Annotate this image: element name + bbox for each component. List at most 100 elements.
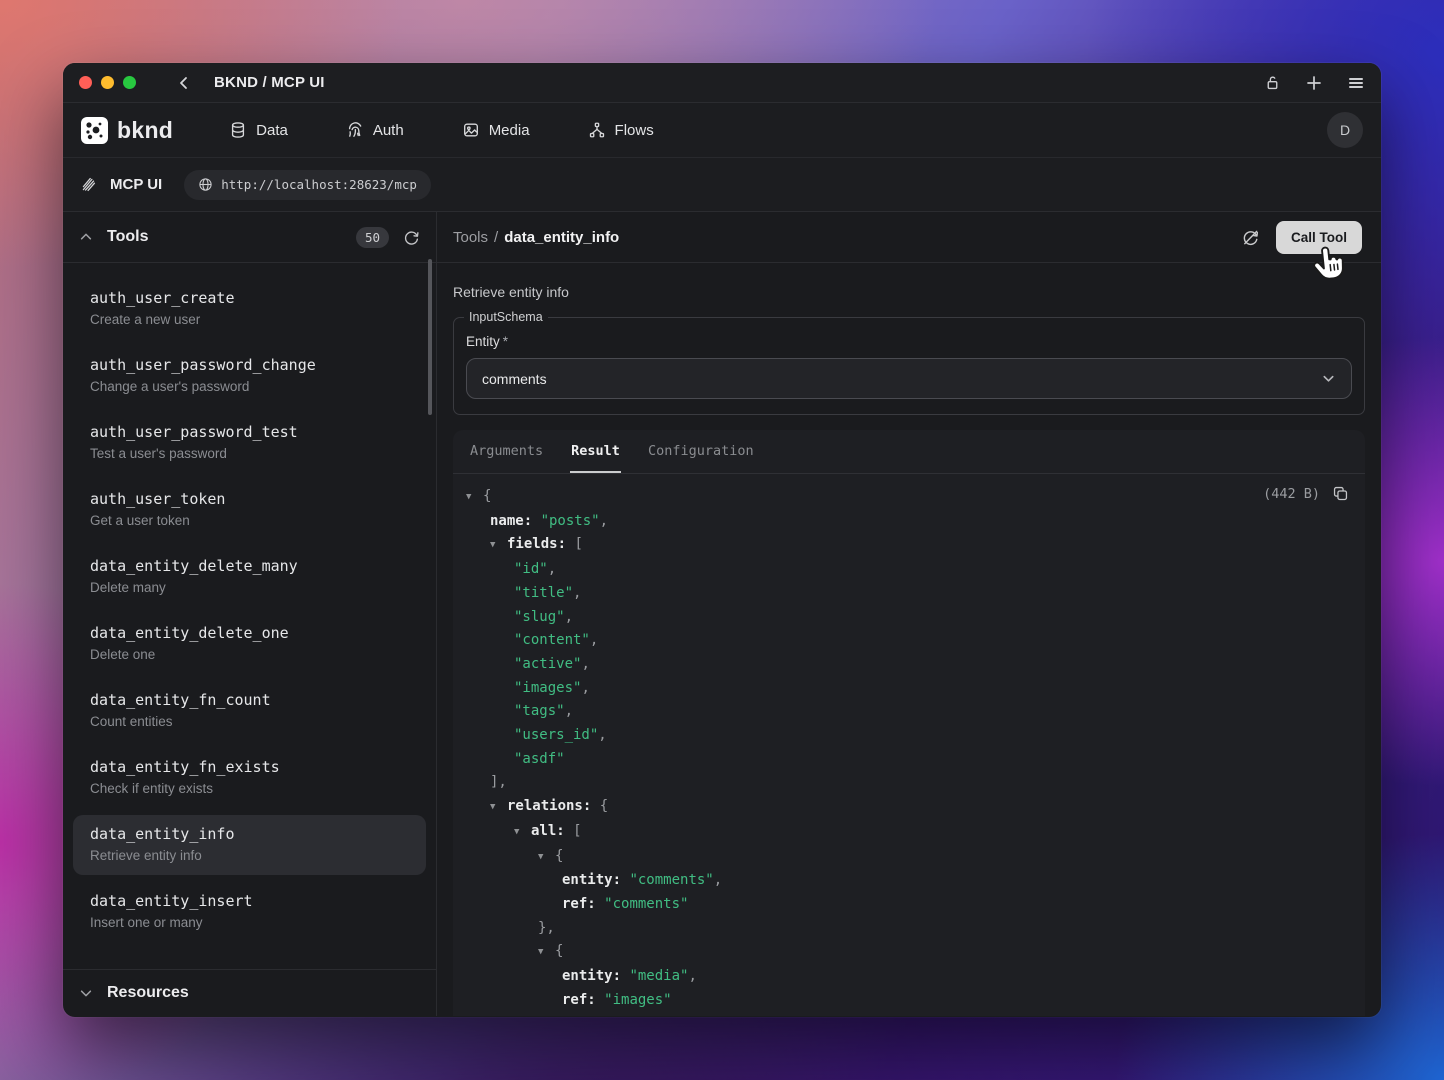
tool-description: Create a new user — [90, 312, 409, 327]
json-line: ], — [453, 771, 1349, 795]
json-line[interactable]: ▼{ — [453, 485, 1349, 510]
json-line: "slug", — [453, 606, 1349, 630]
brand-name: bknd — [117, 117, 173, 144]
nav-item-label: Flows — [615, 122, 654, 139]
json-line: "asdf" — [453, 748, 1349, 772]
tool-list-item[interactable]: auth_user_password_testTest a user's pas… — [73, 413, 426, 473]
tools-section-title: Tools — [107, 228, 148, 246]
result-panel: Arguments Result Configuration ▼{name: "po… — [453, 430, 1365, 1016]
tool-detail-header: Tools/data_entity_info Call Tool — [437, 212, 1381, 263]
json-line[interactable]: ▼{ — [453, 940, 1349, 965]
tool-name: data_entity_insert — [90, 892, 409, 910]
flow-icon — [588, 121, 606, 139]
tab-arguments[interactable]: Arguments — [469, 431, 544, 473]
user-avatar[interactable]: D — [1327, 112, 1363, 148]
breadcrumb-current: data_entity_info — [504, 229, 619, 246]
json-line[interactable]: ▼all: [ — [453, 820, 1349, 845]
tool-list-item[interactable]: data_entity_fn_countCount entities — [73, 681, 426, 741]
tool-name: data_entity_fn_count — [90, 691, 409, 709]
tool-list-item[interactable]: data_entity_insertInsert one or many — [73, 882, 426, 942]
collapse-triangle-icon[interactable]: ▼ — [490, 796, 507, 820]
desktop: { "window": { "title": "BKND / MCP UI" }… — [0, 0, 1444, 1080]
json-result-view: ▼{name: "posts",▼fields: ["id","title","… — [453, 474, 1365, 1016]
tool-list-item[interactable]: auth_user_create Create a new user — [73, 279, 426, 339]
close-window-button[interactable] — [79, 76, 92, 89]
collapse-triangle-icon[interactable]: ▼ — [466, 486, 483, 510]
collapse-triangle-icon[interactable]: ▼ — [538, 941, 555, 965]
image-icon — [462, 121, 480, 139]
tool-description: Test a user's password — [90, 446, 409, 461]
nav-item-auth[interactable]: Auth — [346, 121, 404, 139]
tool-name: data_entity_delete_many — [90, 557, 409, 575]
tool-detail-panel: Tools/data_entity_info Call Tool Retriev… — [437, 212, 1381, 1016]
input-schema-legend: InputSchema — [464, 310, 548, 324]
nav-item-label: Data — [256, 122, 288, 139]
title-bar: BKND / MCP UI — [63, 63, 1381, 103]
chevron-down-icon — [79, 986, 93, 1000]
tool-list-item[interactable]: data_entity_delete_oneDelete one — [73, 614, 426, 674]
json-line: }, — [453, 917, 1349, 941]
back-button[interactable] — [176, 75, 192, 91]
collapse-triangle-icon[interactable]: ▼ — [538, 846, 555, 870]
mcp-subheader: MCP UI http://localhost:28623/mcp — [63, 158, 1381, 212]
tab-bar: Arguments Result Configuration — [453, 430, 1365, 474]
json-line: ref: "images" — [453, 989, 1349, 1013]
copy-icon[interactable] — [1332, 485, 1349, 502]
required-asterisk: * — [503, 334, 508, 349]
tool-list-item[interactable]: data_entity_fn_existsCheck if entity exi… — [73, 748, 426, 808]
json-line: "tags", — [453, 700, 1349, 724]
nav-item-data[interactable]: Data — [229, 121, 288, 139]
tab-configuration[interactable]: Configuration — [647, 431, 755, 473]
menu-icon[interactable] — [1347, 74, 1365, 92]
new-tab-icon[interactable] — [1305, 74, 1323, 92]
result-size-label: (442 B) — [1263, 486, 1320, 502]
sidebar-scrollbar[interactable] — [428, 259, 432, 415]
json-line: entity: "comments", — [453, 869, 1349, 893]
tools-count-badge: 50 — [356, 227, 389, 248]
mcp-url-pill[interactable]: http://localhost:28623/mcp — [184, 170, 431, 200]
globe-icon — [198, 177, 213, 192]
tool-description: Retrieve entity info — [453, 263, 1365, 302]
database-icon — [229, 121, 247, 139]
tool-list-item[interactable]: data_entity_delete_manyDelete many — [73, 547, 426, 607]
tool-name: auth_user_create — [90, 289, 409, 307]
json-line: "users_id", — [453, 724, 1349, 748]
tool-list-item[interactable]: data_entity_infoRetrieve entity info — [73, 815, 426, 875]
tool-list: auth_user_createCreate a new userauth_us… — [63, 263, 436, 969]
lock-icon[interactable] — [1264, 74, 1281, 91]
tab-result[interactable]: Result — [570, 431, 621, 473]
refresh-tools-icon[interactable] — [403, 229, 420, 246]
brand-logo[interactable]: bknd — [81, 117, 173, 144]
bknd-logo-icon — [81, 117, 108, 144]
json-line[interactable]: ▼relations: { — [453, 795, 1349, 820]
zoom-window-button[interactable] — [123, 76, 136, 89]
tool-name: data_entity_info — [90, 825, 409, 843]
layers-icon — [80, 176, 97, 193]
tool-description: Check if entity exists — [90, 781, 409, 796]
tools-section-header[interactable]: Tools 50 — [63, 212, 436, 263]
tool-name: data_entity_delete_one — [90, 624, 409, 642]
tool-description: Get a user token — [90, 513, 409, 528]
json-line[interactable]: ▼fields: [ — [453, 533, 1349, 558]
collapse-triangle-icon[interactable]: ▼ — [490, 534, 507, 558]
input-schema-fieldset: InputSchema Entity* comments — [453, 310, 1365, 415]
nav-item-flows[interactable]: Flows — [588, 121, 654, 139]
call-tool-button[interactable]: Call Tool — [1276, 221, 1362, 254]
collapse-triangle-icon[interactable]: ▼ — [514, 821, 531, 845]
tool-list-item[interactable]: auth_user_password_changeChange a user's… — [73, 346, 426, 406]
tool-list-item[interactable]: auth_user_tokenGet a user token — [73, 480, 426, 540]
json-line: "title", — [453, 582, 1349, 606]
breadcrumb-section[interactable]: Tools — [453, 229, 488, 246]
resources-section-header[interactable]: Resources — [63, 969, 436, 1016]
nav-item-media[interactable]: Media — [462, 121, 530, 139]
minimize-window-button[interactable] — [101, 76, 114, 89]
window-controls — [79, 76, 136, 89]
entity-select-value: comments — [482, 371, 547, 387]
auto-refresh-off-icon[interactable] — [1241, 228, 1260, 247]
entity-select[interactable]: comments — [466, 358, 1352, 399]
fingerprint-icon — [346, 121, 364, 139]
tools-sidebar: Tools 50 auth_user_create Create a new us… — [63, 212, 437, 1016]
nav-item-label: Media — [489, 122, 530, 139]
json-line[interactable]: ▼{ — [453, 845, 1349, 870]
mcp-url: http://localhost:28623/mcp — [221, 177, 417, 192]
